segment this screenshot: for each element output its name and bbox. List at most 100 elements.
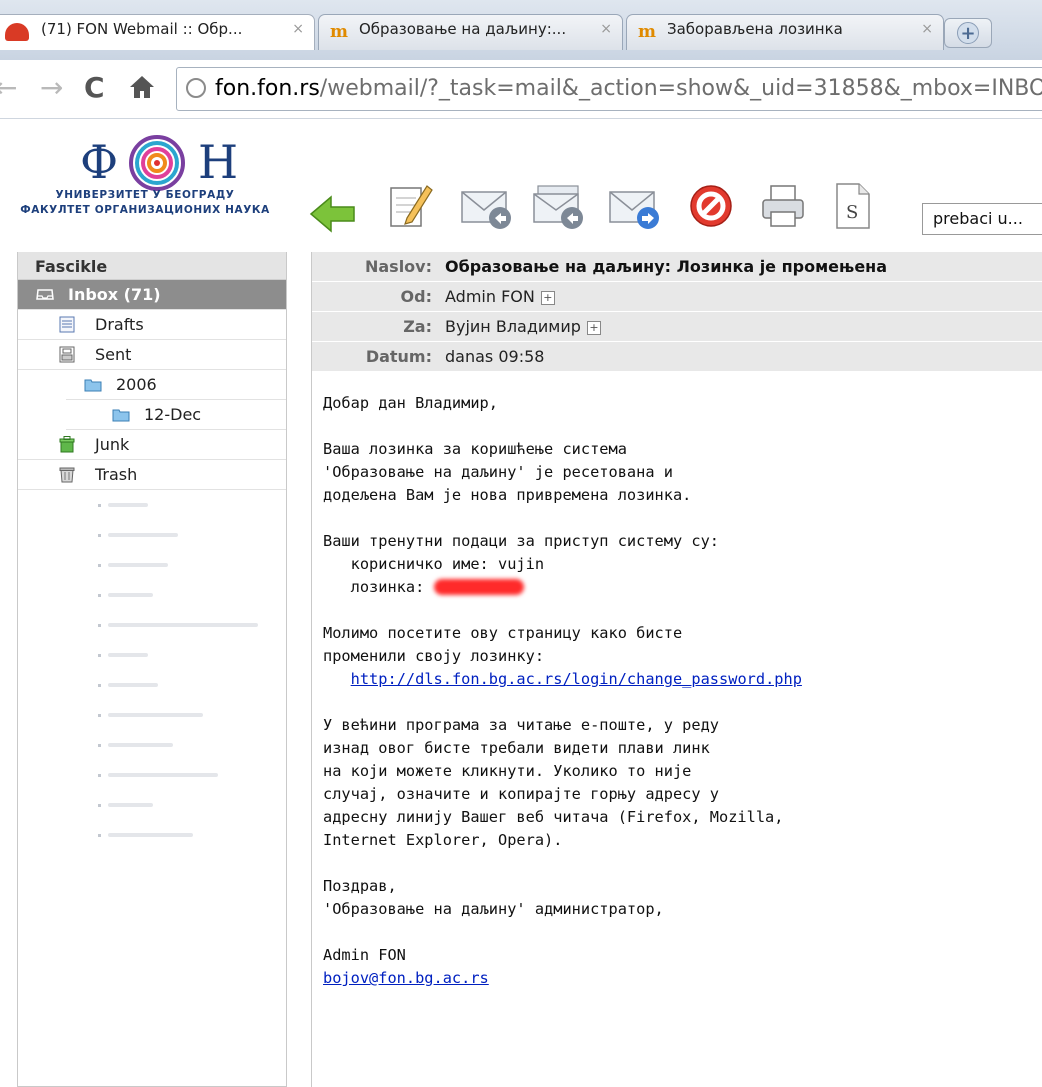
folder-label: 2006 (116, 375, 157, 394)
fon-logo: Ф Н УНИВЕРЗИТЕТ У БЕОГРАДУ ФАКУЛТЕТ ОРГА… (0, 120, 305, 250)
redacted-folder (58, 760, 278, 790)
browser-tab-bar: (71) FON Webmail :: Обр... × m Образовањ… (0, 0, 1042, 60)
browser-nav-bar: ← → C fon.fon.rs/webmail/?_task=mail&_ac… (0, 60, 1042, 119)
redacted-password (433, 579, 524, 595)
compose-icon[interactable] (387, 180, 435, 232)
redacted-folder-list (58, 490, 278, 850)
body-line (323, 852, 802, 875)
add-contact-icon[interactable]: + (586, 321, 601, 335)
moodle-favicon-icon: m (330, 22, 348, 42)
body-line: додељена Вам је нова привремена лозинка. (323, 486, 692, 504)
redacted-folder (58, 640, 278, 670)
new-tab-button[interactable]: + (944, 18, 992, 48)
folder-2006[interactable]: 2006 (66, 370, 286, 400)
url-text: fon.fon.rs/webmail/?_task=mail&_action=s… (215, 76, 1042, 101)
redacted-folder (58, 610, 278, 640)
folder-label: Inbox (71) (68, 285, 161, 304)
inbox-icon (36, 289, 54, 300)
body-line: на који можете кликнути. Уколико то није (323, 762, 692, 780)
print-icon[interactable] (760, 180, 806, 232)
folder-drafts[interactable]: Drafts (18, 310, 286, 340)
body-line: Ваша лозинка за коришћење система (323, 440, 627, 458)
folder-inbox[interactable]: Inbox (71) (18, 280, 286, 310)
body-line: корисничко име: vujin (323, 555, 545, 573)
sent-icon (59, 346, 75, 363)
close-tab-icon[interactable]: × (921, 21, 933, 37)
header-date: Datum: danas 09:58 (312, 342, 1042, 372)
reply-icon[interactable] (460, 180, 516, 232)
forward-icon[interactable] (608, 180, 664, 232)
logo-letter-en: Н (198, 135, 239, 189)
add-contact-icon[interactable]: + (540, 291, 555, 305)
redacted-folder (58, 670, 278, 700)
folder-label: 12-Dec (144, 405, 202, 424)
link-line: http://dls.fon.bg.ac.rs/login/change_pas… (323, 668, 802, 691)
header-key: Naslov: (364, 257, 432, 276)
header-to: Za: Вујин Владимир + (312, 312, 1042, 342)
sender-email-link[interactable]: bojov@fon.bg.ac.rs (323, 969, 489, 987)
plus-icon: + (957, 22, 979, 44)
folder-label: Sent (95, 345, 132, 364)
tab-forgotten-password[interactable]: m Заборављена лозинка × (626, 14, 944, 50)
body-line: променили своју лозинку: (323, 647, 545, 665)
folder-icon (112, 409, 130, 422)
redacted-folder (58, 730, 278, 760)
back-icon[interactable] (309, 188, 357, 240)
body-line: 'Образовање на даљину' администратор, (323, 900, 664, 918)
redacted-folder (58, 490, 278, 520)
back-arrow-icon[interactable]: ← (0, 70, 17, 106)
redacted-folder (58, 820, 278, 850)
body-line: Молимо посетите ову страницу како бисте (323, 624, 683, 642)
password-line: лозинка: (323, 576, 802, 599)
redacted-folder (58, 700, 278, 730)
change-password-link[interactable]: http://dls.fon.bg.ac.rs/login/change_pas… (351, 670, 802, 688)
tab-distance-learning[interactable]: m Образовање на даљину:... × (318, 14, 623, 50)
drafts-icon (59, 316, 75, 333)
body-line: Поздрав, (323, 877, 397, 895)
logo-university: УНИВЕРЗИТЕТ У БЕОГРАДУ (55, 189, 235, 201)
logo-mark: Ф Н (80, 130, 240, 191)
tab-title: Образовање на даљину:... (359, 20, 567, 38)
folder-label: Junk (95, 435, 130, 454)
folder-12-dec[interactable]: 12-Dec (66, 400, 286, 430)
home-icon[interactable] (128, 70, 156, 106)
folder-junk[interactable]: Junk (18, 430, 286, 460)
delete-icon[interactable] (687, 180, 735, 232)
page-info-icon[interactable] (186, 78, 206, 98)
body-line: Добар дан Владимир, (323, 394, 498, 412)
tab-title: Заборављена лозинка (667, 20, 843, 38)
redacted-folder (58, 520, 278, 550)
folder-panel-header: Fascikle (18, 252, 286, 280)
close-tab-icon[interactable]: × (600, 21, 612, 37)
body-line (323, 691, 802, 714)
body-line: 'Образовање на даљину' је ресетована и (323, 463, 673, 481)
redacted-folder (58, 790, 278, 820)
email-line: bojov@fon.bg.ac.rs (323, 967, 802, 990)
message-date: danas 09:58 (445, 347, 545, 366)
body-line: случај, означите и копирајте горњу адрес… (323, 785, 720, 803)
address-bar[interactable]: fon.fon.rs/webmail/?_task=mail&_action=s… (176, 67, 1042, 111)
header-from: Od: Admin FON + (312, 282, 1042, 312)
message-view: Naslov: Образовање на даљину: Лозинка је… (311, 252, 1042, 1087)
body-line: изнад овог бисте требали видети плави ли… (323, 739, 710, 757)
body-line (323, 415, 802, 438)
reload-icon[interactable]: C (84, 70, 105, 106)
message-from: Admin FON + (445, 287, 555, 306)
body-line: У већини програма за читање е-поште, у р… (323, 716, 720, 734)
move-to-folder-select[interactable]: prebaci u... (922, 203, 1042, 235)
source-icon[interactable]: S (833, 180, 873, 232)
reply-all-icon[interactable] (532, 180, 588, 232)
header-key: Za: (403, 317, 432, 336)
close-tab-icon[interactable]: × (292, 21, 304, 37)
message-to: Вујин Владимир + (445, 317, 601, 336)
folder-trash[interactable]: Trash (18, 460, 286, 490)
tab-webmail[interactable]: (71) FON Webmail :: Обр... × (0, 14, 315, 50)
folder-icon (84, 379, 102, 392)
header-key: Datum: (365, 347, 432, 366)
message-subject: Образовање на даљину: Лозинка је промење… (445, 257, 888, 276)
junk-icon (59, 436, 75, 453)
forward-arrow-icon[interactable]: → (40, 70, 63, 106)
folder-sent[interactable]: Sent (18, 340, 286, 370)
body-line (323, 599, 802, 622)
svg-text:S: S (846, 202, 858, 223)
